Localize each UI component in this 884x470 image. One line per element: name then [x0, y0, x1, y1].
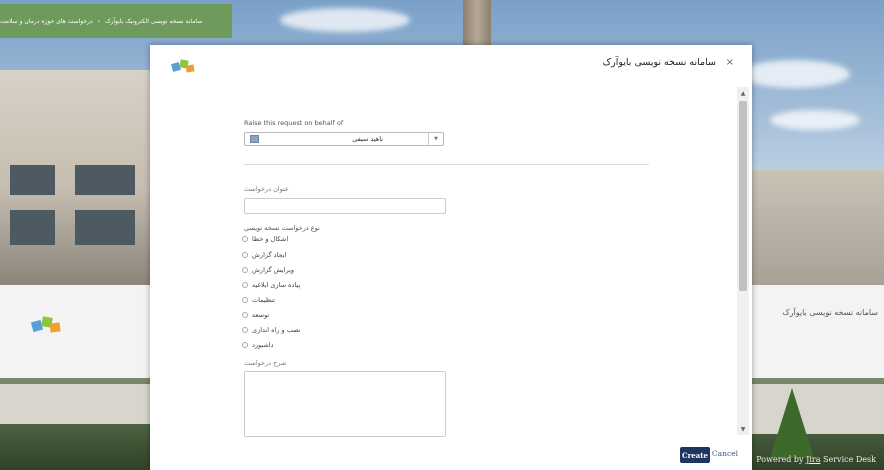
request-type-option[interactable]: نصب و راه اندازی [242, 325, 301, 335]
cloud [770, 110, 860, 130]
dialog-scrollbar[interactable]: ▲ ▼ [737, 87, 749, 435]
powered-by: Powered by Jira Service Desk [756, 455, 876, 464]
radio-label: نصب و راه اندازی [252, 326, 301, 334]
building-right-image [750, 170, 884, 285]
on-behalf-select[interactable]: ناهید سیفی ▼ [244, 132, 444, 146]
chevron-down-icon[interactable]: ▼ [428, 133, 443, 145]
breadcrumb-item-portal[interactable]: سامانه نسخه نویسی الکترونیک بایوآرک [105, 18, 202, 25]
dialog-logo-icon [170, 57, 198, 77]
radio-button[interactable] [242, 252, 248, 258]
request-type-option[interactable]: توسعه [242, 310, 269, 320]
create-request-dialog: سامانه نسخه نویسی بایوآرک × Raise this r… [150, 45, 752, 470]
radio-label: ایجاد گزارش [252, 251, 287, 259]
breadcrumb: سامانه نسخه نویسی الکترونیک بایوآرک › در… [0, 4, 232, 38]
description-textarea[interactable] [244, 371, 446, 437]
create-button[interactable]: Create [680, 447, 710, 463]
breadcrumb-separator: › [97, 17, 101, 25]
user-avatar-icon [250, 135, 259, 143]
cloud [740, 60, 850, 88]
radio-label: پیاده سازی ابلاغیه [252, 281, 301, 289]
divider [244, 164, 649, 165]
radio-button[interactable] [242, 312, 248, 318]
on-behalf-value: ناهید سیفی [352, 135, 383, 143]
request-type-option[interactable]: تنظیمات [242, 295, 275, 305]
summary-input[interactable] [244, 198, 446, 214]
summary-label: عنوان درخواست [244, 185, 289, 193]
portal-title: سامانه نسخه نویسی بایوآرک [782, 308, 878, 317]
request-type-option[interactable]: پیاده سازی ابلاغیه [242, 280, 300, 290]
radio-button[interactable] [242, 267, 248, 273]
radio-button[interactable] [242, 297, 248, 303]
scroll-down-icon[interactable]: ▼ [737, 423, 749, 435]
request-type-option[interactable]: ایجاد گزارش [242, 250, 286, 260]
close-icon[interactable]: × [726, 57, 734, 68]
radio-label: تنظیمات [252, 296, 275, 304]
cancel-button[interactable]: Cancel [712, 449, 738, 458]
on-behalf-label: Raise this request on behalf of [244, 119, 344, 127]
scroll-up-icon[interactable]: ▲ [737, 87, 749, 99]
radio-label: ویرایش گزارش [252, 266, 295, 274]
radio-label: توسعه [252, 311, 270, 319]
powered-by-suffix: Service Desk [823, 455, 876, 464]
building-left-image [0, 70, 150, 285]
dialog-header: سامانه نسخه نویسی بایوآرک × [150, 45, 752, 87]
request-type-option[interactable]: ویرایش گزارش [242, 265, 294, 275]
minaret-image [463, 0, 491, 50]
radio-button[interactable] [242, 236, 248, 242]
radio-label: اشکال و خطا [252, 235, 289, 243]
request-type-option[interactable]: داشبورد [242, 340, 274, 350]
request-type-option[interactable]: اشکال و خطا [242, 234, 288, 244]
portal-logo-icon [30, 313, 64, 337]
request-type-label: نوع درخواست نسخه نویسی [244, 224, 320, 232]
description-label: شرح درخواست [244, 359, 287, 367]
radio-button[interactable] [242, 282, 248, 288]
dialog-footer: Create Cancel [150, 440, 752, 470]
dialog-title: سامانه نسخه نویسی بایوآرک [602, 57, 716, 68]
breadcrumb-item-request-group[interactable]: درخواست های حوزه درمان و سلامت [0, 18, 93, 25]
radio-button[interactable] [242, 342, 248, 348]
radio-button[interactable] [242, 327, 248, 333]
powered-by-prefix: Powered by [756, 455, 804, 464]
radio-label: داشبورد [252, 341, 274, 349]
cloud [280, 8, 410, 32]
powered-by-jira-link[interactable]: Jira [806, 455, 820, 464]
scroll-thumb[interactable] [739, 101, 747, 291]
